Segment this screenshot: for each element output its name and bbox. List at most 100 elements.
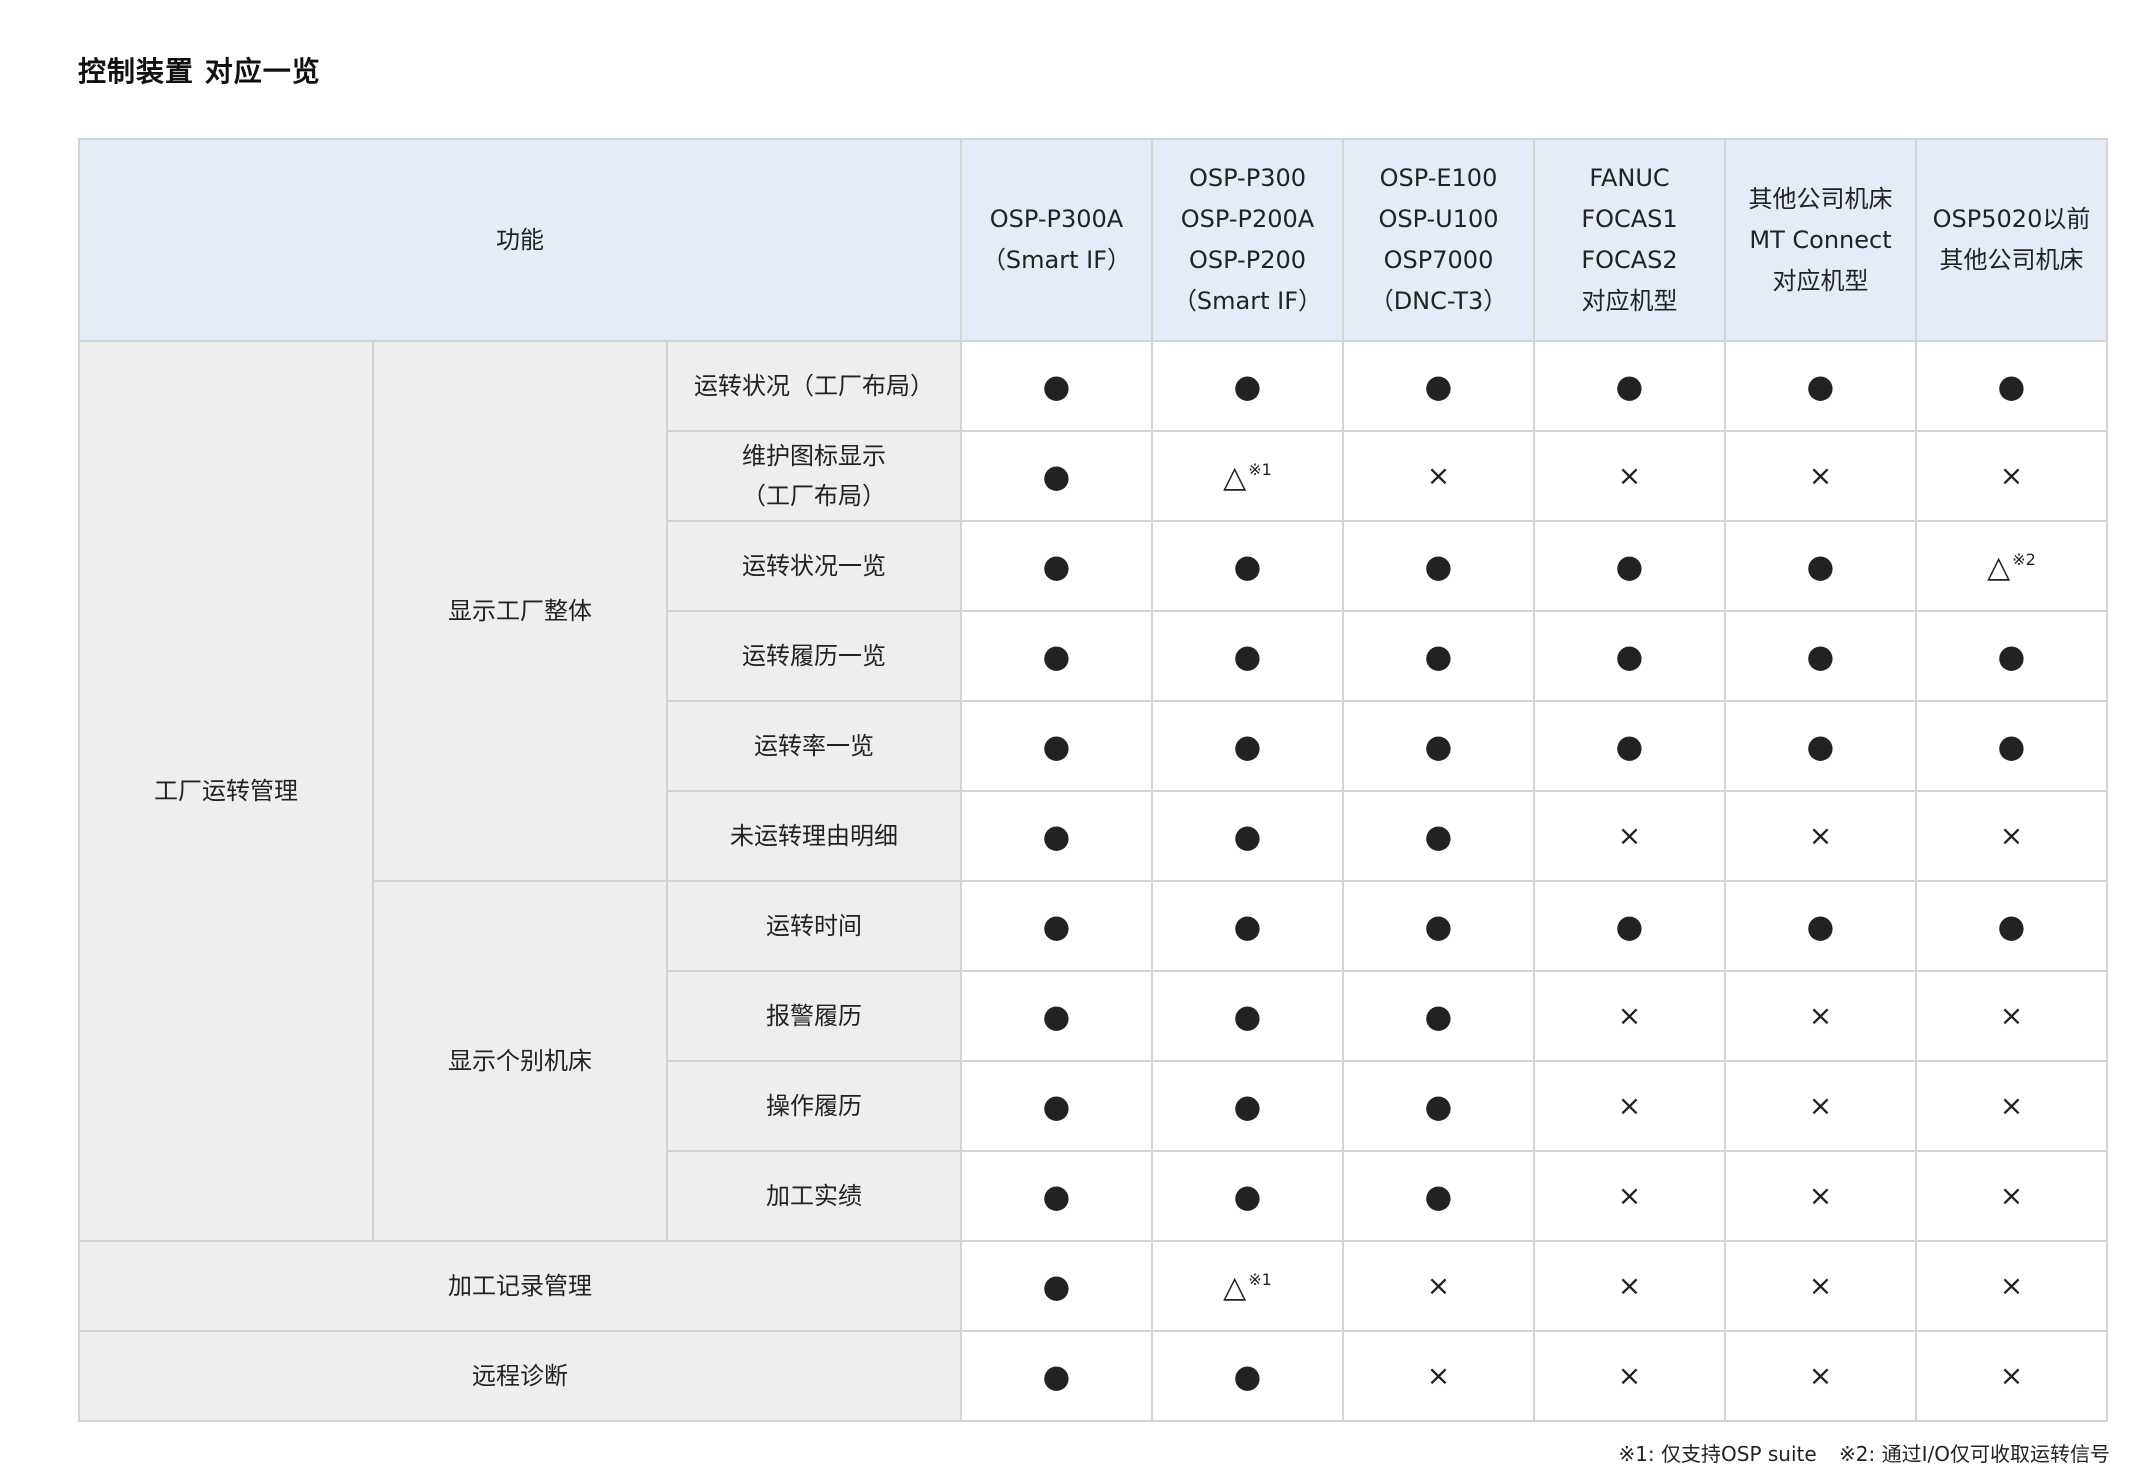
supported-mark: ● — [1424, 996, 1453, 1035]
feature-label: 未运转理由明细 — [730, 822, 898, 850]
support-cell: ● — [1915, 340, 2108, 432]
support-cell: ● — [1342, 880, 1535, 972]
not-supported-mark: × — [1426, 1268, 1451, 1302]
partial-symbol: △ — [1987, 550, 2011, 585]
group-cell-factory-management: 工厂运转管理 — [78, 340, 374, 1242]
not-supported-mark: × — [1617, 1088, 1642, 1122]
not-supported-mark: × — [1808, 1358, 1833, 1392]
supported-mark: ● — [1424, 636, 1453, 675]
supported-mark: ● — [1233, 1176, 1262, 1215]
header-line: 对应机型 — [1772, 266, 1869, 295]
support-cell: × — [1724, 970, 1917, 1062]
support-cell: ● — [1342, 970, 1535, 1062]
support-cell: × — [1915, 1330, 2108, 1422]
support-cell: △ ※2 — [1915, 520, 2108, 612]
supported-mark: ● — [1233, 546, 1262, 585]
support-cell: × — [1533, 1150, 1726, 1242]
support-cell: × — [1342, 1330, 1535, 1422]
not-supported-mark: × — [1999, 458, 2024, 492]
support-cell: × — [1533, 1240, 1726, 1332]
support-cell: × — [1915, 1060, 2108, 1152]
support-cell: △ ※1 — [1151, 1240, 1344, 1332]
supported-mark: ● — [1424, 546, 1453, 585]
compatibility-table: 功能 OSP-P300A （Smart IF） OSP-P300 OSP-P200A O… — [78, 138, 2108, 1422]
footnote-ref: ※1 — [1248, 460, 1272, 479]
not-supported-mark: × — [1617, 1178, 1642, 1212]
not-supported-mark: × — [1426, 1358, 1451, 1392]
support-cell: ● — [1533, 700, 1726, 792]
not-supported-mark: × — [1808, 998, 1833, 1032]
supported-mark: ● — [1997, 636, 2026, 675]
supported-mark: ● — [1615, 726, 1644, 765]
support-cell: × — [1915, 1150, 2108, 1242]
feature-label: 加工记录管理 — [448, 1272, 592, 1300]
support-cell: ● — [960, 520, 1153, 612]
support-cell: × — [1915, 1240, 2108, 1332]
feature-cell: 维护图标显示 （工厂布局） — [666, 430, 962, 522]
feature-cell: 操作履历 — [666, 1060, 962, 1152]
support-cell: × — [1342, 430, 1535, 522]
supported-mark: ● — [1615, 906, 1644, 945]
support-cell: ● — [1151, 340, 1344, 432]
header-line: MT Connect — [1749, 225, 1892, 254]
supported-mark: ● — [1042, 546, 1071, 585]
page-title: 控制装置 对应一览 — [78, 55, 321, 88]
footnotes: ※1: 仅支持OSP suite ※2: 通过I/O仅可收取运转信号 — [1618, 1438, 2110, 1467]
feature-label: 维护图标显示 — [742, 442, 886, 470]
feature-label: 运转状况（工厂布局） — [694, 372, 934, 400]
support-cell: ● — [960, 790, 1153, 882]
footnote: ※1: 仅支持OSP suite — [1618, 1442, 1817, 1466]
not-supported-mark: × — [1999, 1268, 2024, 1302]
support-cell: ● — [960, 340, 1153, 432]
supported-mark: ● — [1997, 906, 2026, 945]
partial-symbol: △ — [1223, 1270, 1247, 1305]
support-cell: ● — [1342, 520, 1535, 612]
supported-mark: ● — [1042, 636, 1071, 675]
support-cell: × — [1915, 790, 2108, 882]
not-supported-mark: × — [1999, 998, 2024, 1032]
feature-label: 运转率一览 — [754, 732, 874, 760]
support-cell: ● — [1724, 610, 1917, 702]
supported-mark: ● — [1615, 636, 1644, 675]
support-cell: × — [1724, 1240, 1917, 1332]
support-cell: ● — [1151, 700, 1344, 792]
supported-mark: ● — [1806, 546, 1835, 585]
support-cell: × — [1915, 970, 2108, 1062]
header-line: OSP7000 — [1383, 246, 1494, 274]
header-line: OSP5020以前 — [1932, 205, 2091, 233]
support-cell: × — [1342, 1240, 1535, 1332]
feature-cell: 加工记录管理 — [78, 1240, 962, 1332]
supported-mark: ● — [1233, 1086, 1262, 1125]
feature-cell: 运转时间 — [666, 880, 962, 972]
not-supported-mark: × — [1617, 998, 1642, 1032]
not-supported-mark: × — [1999, 1358, 2024, 1392]
support-cell: ● — [1342, 1150, 1535, 1242]
support-cell: × — [1724, 1330, 1917, 1422]
feature-cell: 报警履历 — [666, 970, 962, 1062]
group-cell-whole-factory: 显示工厂整体 — [372, 340, 668, 882]
feature-label: 运转履历一览 — [742, 642, 886, 670]
supported-mark: ● — [1042, 1086, 1071, 1125]
supported-mark: ● — [1424, 906, 1453, 945]
feature-cell: 远程诊断 — [78, 1330, 962, 1422]
not-supported-mark: × — [1617, 458, 1642, 492]
table-row: 工厂运转管理 显示工厂整体 运转状况（工厂布局） ● ● ● ● ● ● — [78, 340, 2108, 1242]
support-cell: × — [1533, 1330, 1726, 1422]
feature-label: 报警履历 — [766, 1002, 862, 1030]
not-supported-mark: × — [1808, 818, 1833, 852]
header-line: （Smart IF） — [1172, 287, 1323, 315]
supported-mark: ● — [1042, 906, 1071, 945]
supported-mark: ● — [1615, 366, 1644, 405]
not-supported-mark: × — [1617, 1358, 1642, 1392]
support-cell: ● — [1151, 1330, 1344, 1422]
header-line: OSP-P300 — [1188, 164, 1306, 192]
support-cell: △ ※1 — [1151, 430, 1344, 522]
support-cell: ● — [1533, 520, 1726, 612]
feature-cell: 未运转理由明细 — [666, 790, 962, 882]
header-line: OSP-P200 — [1188, 246, 1306, 274]
support-cell: ● — [1151, 1150, 1344, 1242]
feature-label: 远程诊断 — [472, 1362, 568, 1390]
support-cell: × — [1724, 790, 1917, 882]
not-supported-mark: × — [1808, 1178, 1833, 1212]
header-line: FANUC — [1589, 164, 1670, 192]
